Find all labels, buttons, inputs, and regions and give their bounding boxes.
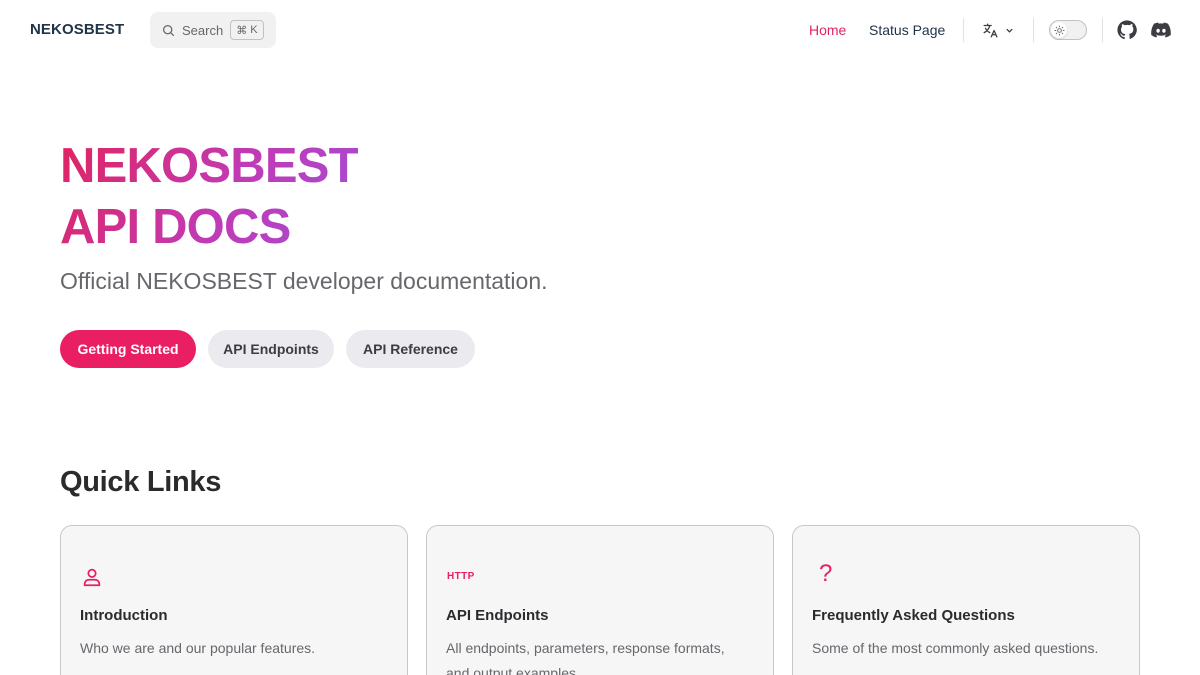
k-key: K	[250, 24, 258, 36]
search-button[interactable]: Search ⌘ K	[150, 12, 276, 48]
github-link[interactable]	[1117, 20, 1137, 40]
theme-toggle[interactable]	[1049, 20, 1087, 40]
top-navbar: NEKOSBEST Search ⌘ K Home Status Page	[0, 0, 1200, 60]
github-icon	[1117, 20, 1137, 40]
hero-title-line-2: API DOCS	[60, 200, 291, 254]
card-description: Some of the most commonly asked question…	[812, 640, 1099, 656]
sun-icon	[1053, 24, 1065, 36]
quick-link-card-faq[interactable]: ? Frequently Asked Questions Some of the…	[792, 525, 1140, 675]
nav-divider	[1033, 18, 1034, 42]
language-menu-button[interactable]	[982, 22, 1014, 39]
hero-title: NEKOSBEST API DOCS	[60, 136, 358, 258]
discord-link[interactable]	[1151, 20, 1171, 40]
chevron-down-icon	[1006, 28, 1013, 33]
card-description: Who we are and our popular features.	[80, 640, 316, 656]
translate-icon	[983, 23, 998, 38]
user-icon	[81, 566, 103, 593]
card-description: All endpoints, parameters, response form…	[446, 640, 725, 675]
nav-link-home[interactable]: Home	[809, 22, 846, 38]
hero-title-line-1: NEKOSBEST	[60, 139, 358, 193]
api-reference-button[interactable]: API Reference	[346, 330, 475, 368]
nav-divider	[1102, 18, 1103, 42]
card-title: Introduction	[80, 607, 168, 624]
question-icon: ?	[819, 560, 833, 587]
quick-links-heading: Quick Links	[60, 466, 222, 498]
site-logo-text[interactable]: NEKOSBEST	[30, 21, 124, 38]
nav-divider	[963, 18, 964, 42]
quick-link-card-api-endpoints[interactable]: HTTP API Endpoints All endpoints, parame…	[426, 525, 774, 675]
http-icon: HTTP	[447, 571, 475, 582]
api-endpoints-button[interactable]: API Endpoints	[208, 330, 334, 368]
card-title: Frequently Asked Questions	[812, 607, 1015, 624]
toggle-knob	[1051, 22, 1067, 38]
discord-icon	[1151, 22, 1171, 38]
nav-link-status-page[interactable]: Status Page	[869, 22, 945, 38]
hero-tagline: Official NEKOSBEST developer documentati…	[60, 268, 548, 294]
command-key: ⌘	[236, 24, 248, 37]
search-icon	[162, 24, 175, 36]
card-title: API Endpoints	[446, 607, 549, 624]
search-shortcut: ⌘ K	[230, 20, 264, 40]
quick-link-card-introduction[interactable]: Introduction Who we are and our popular …	[60, 525, 408, 675]
getting-started-button[interactable]: Getting Started	[60, 330, 196, 368]
search-label: Search	[182, 22, 224, 38]
